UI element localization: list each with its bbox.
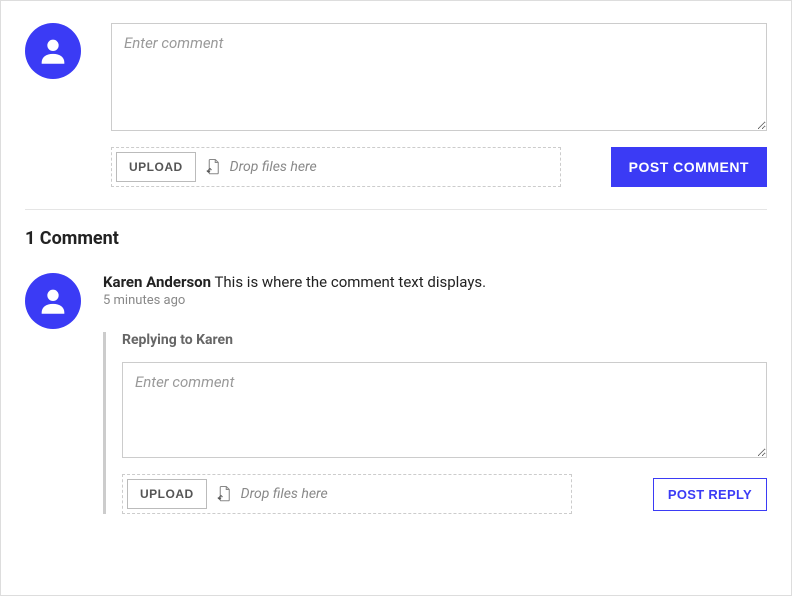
upload-button[interactable]: UPLOAD xyxy=(116,152,196,182)
comment-body: Karen Anderson This is where the comment… xyxy=(103,273,767,514)
comment-author: Karen Anderson xyxy=(103,273,211,291)
upload-button[interactable]: UPLOAD xyxy=(127,479,207,509)
reply-upload-row: UPLOAD Drop files here POST REPLY xyxy=(122,474,767,514)
post-comment-button[interactable]: POST COMMENT xyxy=(611,147,767,187)
drop-hint: Drop files here xyxy=(241,486,328,502)
reply-input[interactable] xyxy=(122,362,767,458)
file-drop-icon xyxy=(215,485,233,503)
comment-item: Karen Anderson This is where the comment… xyxy=(25,273,767,514)
file-dropzone[interactable]: UPLOAD Drop files here xyxy=(122,474,572,514)
new-comment-row: UPLOAD Drop files here POST COMMENT xyxy=(25,23,767,187)
user-icon xyxy=(36,34,70,68)
drop-hint: Drop files here xyxy=(230,159,317,175)
comment-input[interactable] xyxy=(111,23,767,131)
comment-text-line: Karen Anderson This is where the comment… xyxy=(103,273,767,291)
user-icon xyxy=(36,284,70,318)
comment-text: This is where the comment text displays. xyxy=(214,273,486,291)
reply-block: Replying to Karen UPLOAD Drop files here xyxy=(103,332,767,514)
upload-row: UPLOAD Drop files here POST COMMENT xyxy=(111,147,767,187)
post-reply-button[interactable]: POST REPLY xyxy=(653,478,767,511)
comment-timestamp: 5 minutes ago xyxy=(103,293,767,308)
new-comment-form: UPLOAD Drop files here POST COMMENT xyxy=(111,23,767,187)
avatar xyxy=(25,23,81,79)
divider xyxy=(25,209,767,210)
comments-panel: UPLOAD Drop files here POST COMMENT 1 Co… xyxy=(0,0,792,596)
avatar xyxy=(25,273,81,329)
reply-heading: Replying to Karen xyxy=(122,332,767,348)
file-dropzone[interactable]: UPLOAD Drop files here xyxy=(111,147,561,187)
file-drop-icon xyxy=(204,158,222,176)
comments-heading: 1 Comment xyxy=(25,228,767,249)
